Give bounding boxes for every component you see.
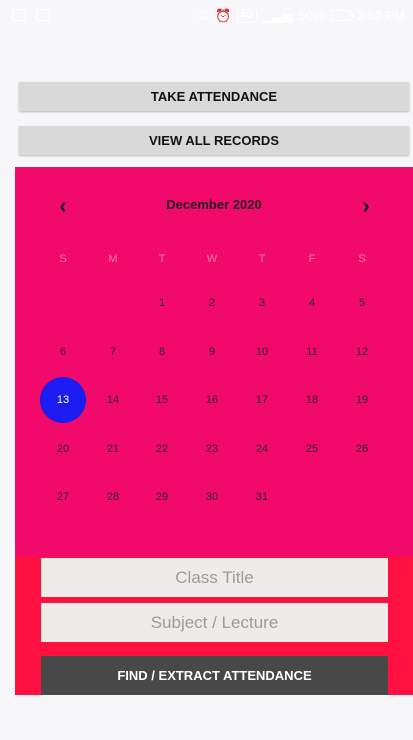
calendar-day[interactable]: 3 (239, 280, 285, 326)
calendar-day[interactable]: 18 (289, 377, 335, 423)
calendar-day[interactable]: 21 (90, 426, 136, 472)
calendar-day[interactable]: 28 (90, 474, 136, 520)
calendar-day[interactable]: 7 (90, 329, 136, 375)
calendar-day[interactable]: 19 (339, 377, 385, 423)
calendar-day[interactable]: 2 (189, 280, 235, 326)
weekday-label: T (258, 253, 266, 265)
gallery-icon (36, 9, 50, 21)
calendar-header: ‹ December 2020 › (15, 193, 413, 219)
alarm-icon: ⏰ (215, 7, 232, 23)
weekday-label: S (358, 253, 366, 265)
calendar-day[interactable]: 23 (189, 426, 235, 472)
chevron-right-icon[interactable]: › (351, 193, 381, 219)
calendar-day[interactable]: 15 (139, 377, 185, 423)
weekday-label: F (308, 253, 316, 265)
calendar-day[interactable]: 31 (239, 474, 285, 520)
calendar-day[interactable]: 6 (40, 329, 86, 375)
calendar-day[interactable]: 17 (239, 377, 285, 423)
battery-icon (330, 10, 354, 21)
calendar-day[interactable]: 29 (139, 474, 185, 520)
weekday-label: W (206, 253, 218, 265)
network-type: 4G (237, 8, 257, 23)
calendar-day-selected[interactable]: 13 (40, 377, 86, 423)
weekday-row: SMTWTFS (15, 253, 413, 269)
status-bar: ⦾ ⏰ 4G ▁▃▅ 50% 3:52 PM (0, 0, 413, 36)
calendar-day[interactable]: 5 (339, 280, 385, 326)
calendar-day[interactable]: 14 (90, 377, 136, 423)
calendar-day[interactable]: 1 (139, 280, 185, 326)
calendar-day[interactable]: 30 (189, 474, 235, 520)
calendar-day[interactable]: 16 (189, 377, 235, 423)
calendar-day[interactable]: 20 (40, 426, 86, 472)
calendar-day[interactable]: 26 (339, 426, 385, 472)
cast-icon: ⦾ (198, 7, 210, 23)
calendar-day[interactable]: 11 (289, 329, 335, 375)
view-all-records-button[interactable]: VIEW ALL RECORDS (19, 126, 409, 155)
calendar-day[interactable]: 9 (189, 329, 235, 375)
calendar-day[interactable]: 27 (40, 474, 86, 520)
calendar-day[interactable]: 24 (239, 426, 285, 472)
clock: 3:52 PM (356, 8, 405, 23)
subject-lecture-input[interactable] (41, 603, 388, 642)
attendance-form: FIND / EXTRACT ATTENDANCE (15, 556, 413, 695)
weekday-label: T (158, 253, 166, 265)
weekday-label: M (108, 253, 118, 265)
take-attendance-button[interactable]: TAKE ATTENDANCE (19, 82, 409, 111)
notification-icon (12, 9, 26, 21)
class-title-input[interactable] (41, 558, 388, 597)
calendar-day[interactable]: 22 (139, 426, 185, 472)
weekday-label: S (59, 253, 67, 265)
find-extract-attendance-button[interactable]: FIND / EXTRACT ATTENDANCE (41, 656, 388, 695)
calendar-day[interactable]: 25 (289, 426, 335, 472)
calendar-day[interactable]: 10 (239, 329, 285, 375)
calendar-day[interactable]: 8 (139, 329, 185, 375)
calendar-day[interactable]: 12 (339, 329, 385, 375)
calendar: ‹ December 2020 › SMTWTFS 1 2 3 4 5 6 7 8 9 10 11 1… (15, 167, 413, 556)
calendar-day[interactable]: 4 (289, 280, 335, 326)
battery-percent: 50% (298, 8, 325, 23)
signal-icon: ▁▃▅ (262, 7, 293, 23)
